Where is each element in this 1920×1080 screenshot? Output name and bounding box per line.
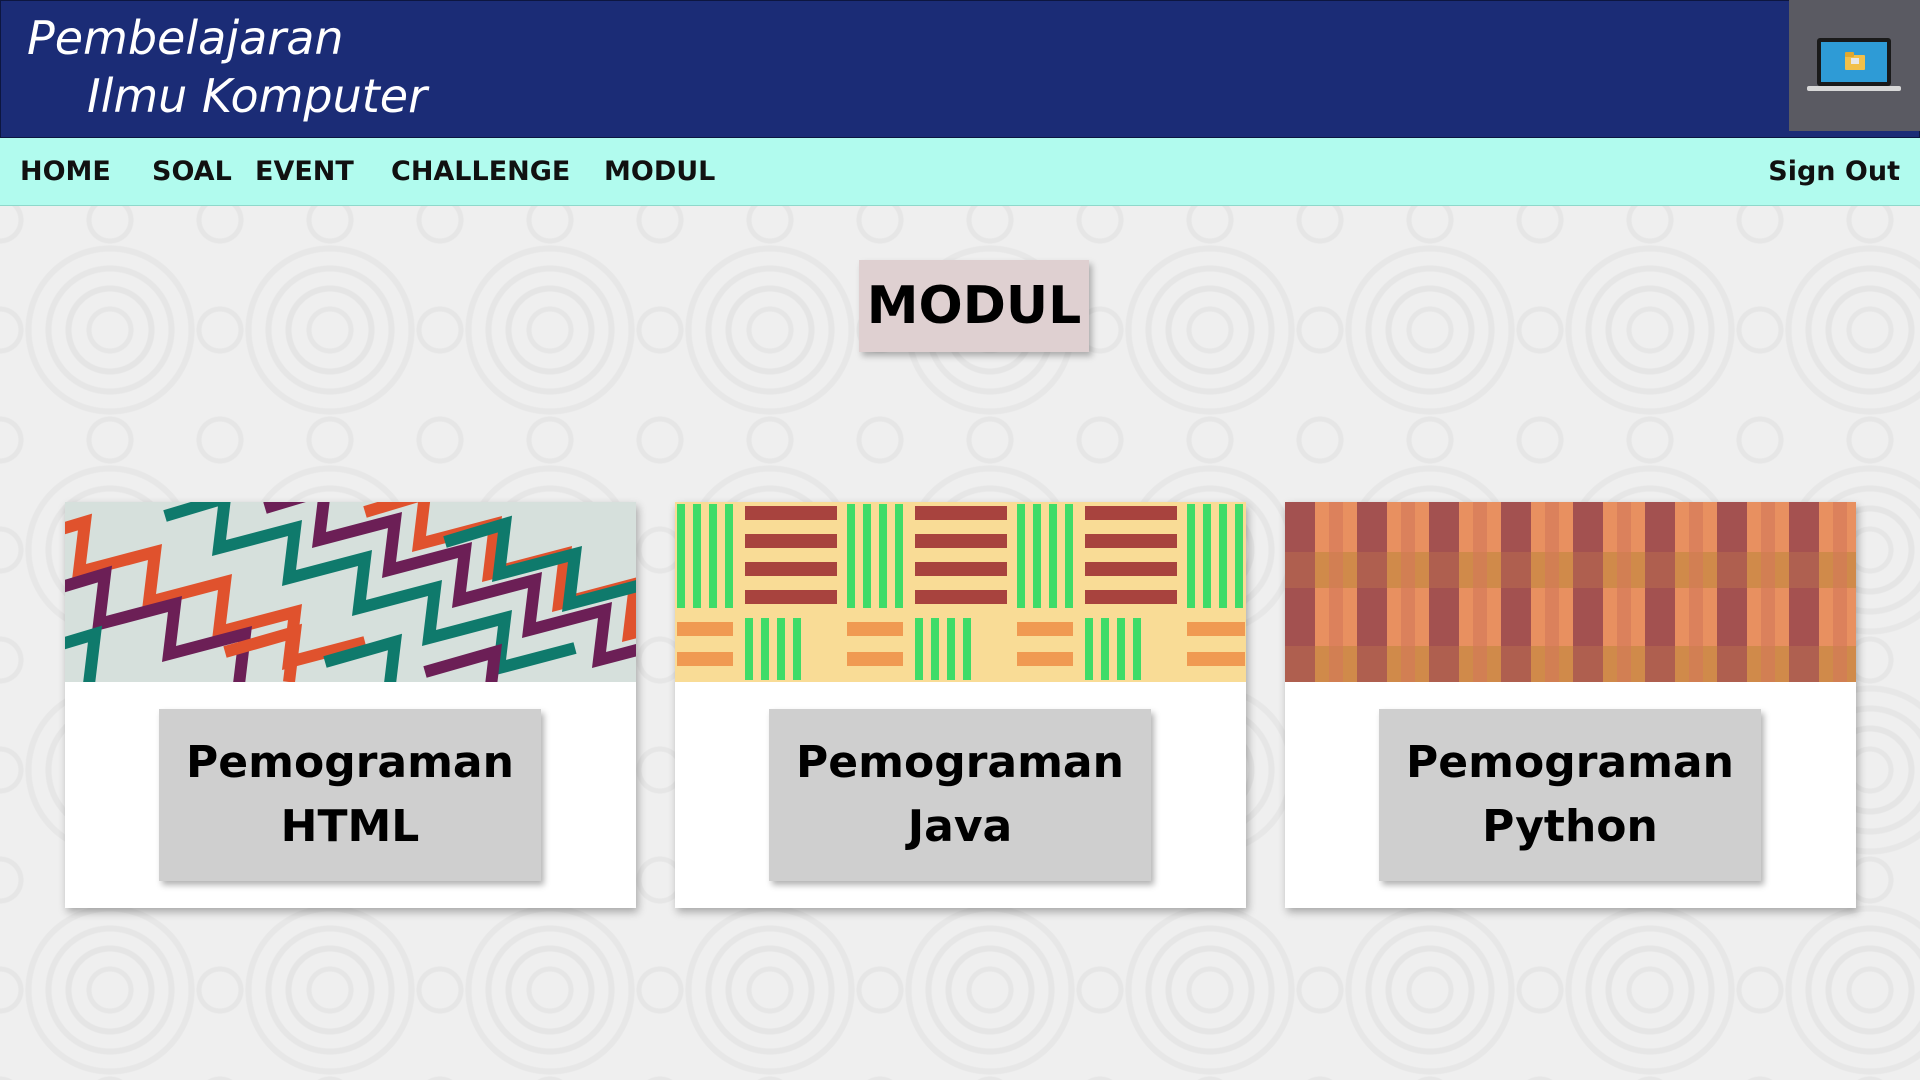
site-title-line1: Pembelajaran	[27, 11, 344, 65]
module-card-python[interactable]: Pemograman Python	[1285, 502, 1856, 908]
nav-soal[interactable]: SOAL	[152, 138, 232, 206]
module-label-python: Pemograman Python	[1379, 709, 1761, 881]
module-label-line1: Pemograman	[186, 737, 514, 788]
nav-modul[interactable]: MODUL	[604, 138, 715, 206]
kente-stripe-pattern-image	[675, 502, 1246, 682]
module-card-java[interactable]: Pemograman Java	[675, 502, 1246, 908]
site-title-line2: Ilmu Komputer	[87, 69, 428, 123]
zigzag-pattern-image	[65, 502, 636, 682]
site-title: Pembelajaran Ilmu Komputer	[27, 9, 427, 125]
module-label-line2: HTML	[280, 801, 420, 852]
module-card-html[interactable]: Pemograman HTML	[65, 502, 636, 908]
module-label-line1: Pemograman	[796, 737, 1124, 788]
sign-out-link[interactable]: Sign Out	[1768, 138, 1900, 206]
laptop-folder-icon	[1789, 0, 1920, 131]
module-label-html: Pemograman HTML	[159, 709, 541, 881]
nav-home[interactable]: HOME	[20, 138, 111, 206]
module-label-line2: Python	[1482, 801, 1658, 852]
module-label-java: Pemograman Java	[769, 709, 1151, 881]
nav-event[interactable]: EVENT	[255, 138, 354, 206]
module-label-line2: Java	[907, 801, 1013, 852]
header-bar: Pembelajaran Ilmu Komputer	[0, 0, 1920, 138]
module-label-line1: Pemograman	[1406, 737, 1734, 788]
nav-bar: HOME SOAL EVENT CHALLENGE MODUL Sign Out	[0, 138, 1920, 206]
nav-challenge[interactable]: CHALLENGE	[391, 138, 570, 206]
page-title: MODUL	[859, 260, 1089, 352]
plaid-pattern-image	[1285, 502, 1856, 682]
